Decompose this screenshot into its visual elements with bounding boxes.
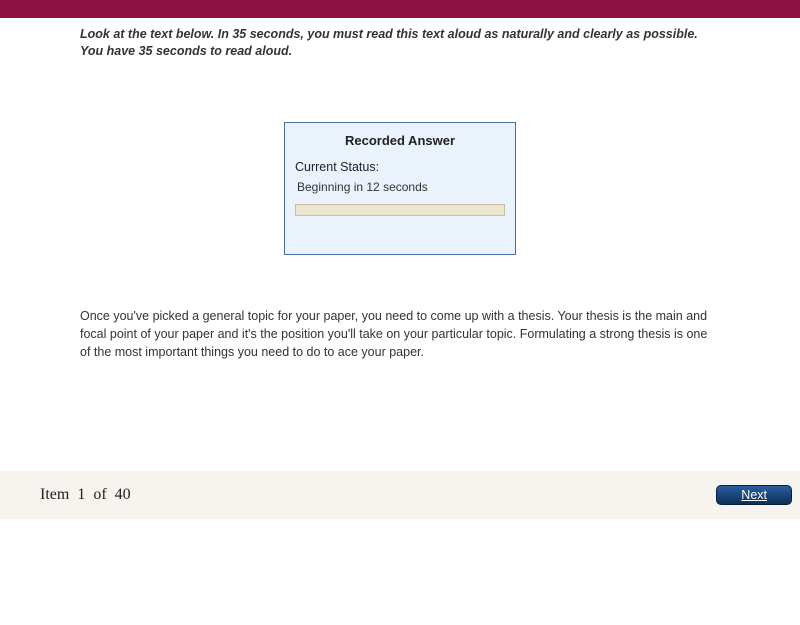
- reading-passage: Once you've picked a general topic for y…: [80, 307, 720, 361]
- next-button[interactable]: Next: [716, 485, 792, 505]
- progress-bar: [295, 204, 505, 216]
- status-text: Beginning in 12 seconds: [295, 180, 505, 194]
- footer-bar: Item 1 of 40 Next: [0, 471, 800, 519]
- recorded-answer-panel: Recorded Answer Current Status: Beginnin…: [284, 122, 516, 255]
- recorder-title: Recorded Answer: [285, 123, 515, 160]
- recorder-body: Current Status: Beginning in 12 seconds: [285, 160, 515, 216]
- instructions-text: Look at the text below. In 35 seconds, y…: [80, 26, 720, 60]
- item-counter: Item 1 of 40: [40, 486, 131, 504]
- top-bar: [0, 0, 800, 18]
- main-content: Look at the text below. In 35 seconds, y…: [0, 18, 800, 361]
- status-label: Current Status:: [295, 160, 505, 174]
- recorder-container: Recorded Answer Current Status: Beginnin…: [80, 122, 720, 255]
